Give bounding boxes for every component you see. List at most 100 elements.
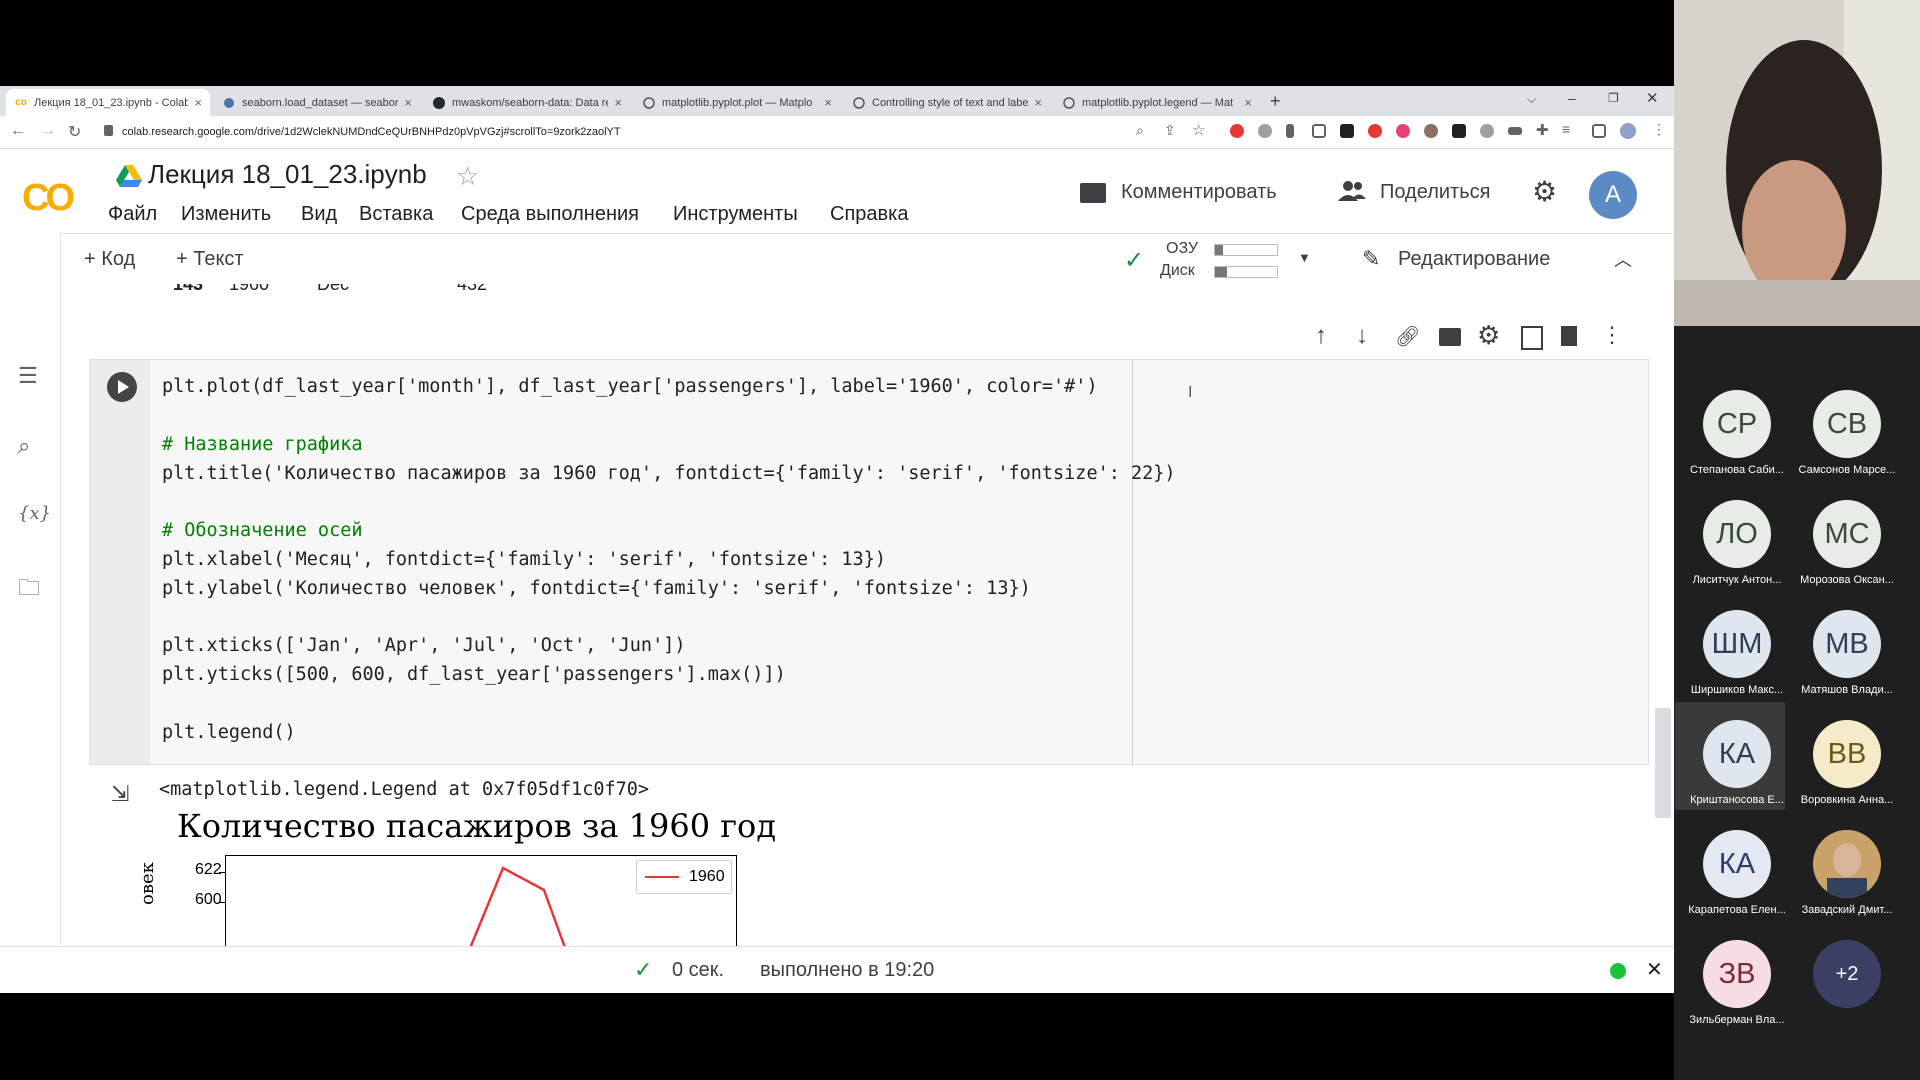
participant-tile[interactable]: ШМ Ширшиков Макс... — [1687, 610, 1787, 696]
extension-icon[interactable] — [1258, 124, 1272, 138]
side-panel-icon[interactable] — [1592, 124, 1606, 138]
cell-more-icon[interactable]: ⋮ — [1601, 322, 1623, 348]
text-cursor-icon: I — [1188, 384, 1193, 401]
execution-completed[interactable]: выполнено в 19:20 — [760, 959, 934, 982]
forward-icon[interactable]: → — [40, 122, 56, 140]
more-participants-button[interactable]: +2 — [1797, 940, 1897, 1008]
participant-tile[interactable]: СВ Самсонов Марсе... — [1797, 390, 1897, 476]
ytick-label: 600 — [195, 891, 222, 908]
zoom-icon[interactable]: ⌕ — [1136, 122, 1144, 139]
extension-icon[interactable] — [1286, 124, 1294, 138]
notebook-title[interactable]: Лекция 18_01_23.ipynb — [148, 159, 427, 190]
participant-avatar: КА — [1703, 830, 1771, 898]
tab-github[interactable]: mwaskom/seaborn-data: Data re × — [424, 89, 630, 116]
extension-icon[interactable] — [1312, 124, 1326, 138]
extension-icon[interactable] — [1368, 124, 1382, 138]
close-tab-icon[interactable]: × — [614, 95, 622, 110]
tab-matplotlib-legend[interactable]: matplotlib.pyplot.legend — Mat × — [1054, 89, 1260, 116]
menu-insert[interactable]: Вставка — [359, 203, 433, 226]
participant-tile[interactable]: КА Карапетова Елен... — [1687, 830, 1787, 916]
output-icon[interactable]: ⇲ — [111, 781, 129, 807]
reading-list-icon[interactable]: ≡ — [1562, 121, 1570, 137]
close-tab-icon[interactable]: × — [1244, 95, 1252, 110]
matplotlib-favicon-icon — [852, 96, 866, 110]
participant-tile[interactable]: КА Криштаносова Е... — [1687, 720, 1787, 806]
user-avatar[interactable]: A — [1589, 171, 1637, 219]
tab-label: matplotlib.pyplot.legend — Mat — [1082, 96, 1234, 109]
files-folder-icon[interactable]: 🗀 — [18, 571, 40, 609]
resources-dropdown-icon[interactable]: ▼ — [1298, 250, 1311, 265]
menu-edit[interactable]: Изменить — [181, 203, 271, 226]
participant-avatar: СР — [1703, 390, 1771, 458]
settings-gear-icon[interactable]: ⚙ — [1532, 175, 1557, 208]
participant-tile[interactable]: ЛО Лиситчук Антон... — [1687, 500, 1787, 586]
code-line: plt.xlabel('Месяц', fontdict={'family': … — [162, 549, 886, 570]
tab-matplotlib-plot[interactable]: matplotlib.pyplot.plot — Matplo × — [634, 89, 840, 116]
menu-tools[interactable]: Инструменты — [673, 203, 798, 226]
tab-matplotlib-text[interactable]: Controlling style of text and labe × — [844, 89, 1050, 116]
adblock-extension-icon[interactable] — [1230, 124, 1244, 138]
share-button[interactable]: Поделиться — [1380, 181, 1490, 204]
close-status-icon[interactable]: ✕ — [1646, 957, 1663, 982]
disk-usage-bar[interactable] — [1214, 266, 1278, 278]
run-cell-button[interactable] — [107, 372, 137, 402]
star-icon[interactable]: ☆ — [456, 161, 479, 192]
move-down-icon[interactable]: ↓ — [1356, 322, 1368, 350]
move-up-icon[interactable]: ↑ — [1315, 322, 1327, 350]
table-of-contents-icon[interactable]: ☰ — [18, 363, 38, 389]
new-tab-icon[interactable]: + — [1270, 91, 1281, 112]
menu-help[interactable]: Справка — [830, 203, 908, 226]
extension-icon[interactable] — [1480, 124, 1494, 138]
vertical-scrollbar[interactable] — [1655, 708, 1671, 818]
url-bar[interactable]: colab.research.google.com/drive/1d2Wclek… — [122, 120, 1674, 144]
profile-avatar-icon[interactable] — [1620, 123, 1636, 139]
restore-icon[interactable]: ❐ — [1608, 91, 1619, 105]
minimize-icon[interactable]: – — [1568, 90, 1576, 106]
menu-view[interactable]: Вид — [301, 203, 337, 226]
colab-logo[interactable]: CO — [22, 177, 75, 220]
speaker-video[interactable] — [1674, 0, 1920, 326]
mirror-cell-icon[interactable] — [1521, 326, 1543, 350]
delete-cell-icon[interactable] — [1561, 326, 1577, 346]
extensions-puzzle-icon[interactable]: ✚ — [1536, 121, 1549, 139]
participant-tile[interactable]: Завадский Дмит... — [1797, 830, 1897, 916]
comment-cell-icon[interactable] — [1439, 328, 1461, 346]
extension-icon[interactable] — [1508, 127, 1522, 135]
extension-icon[interactable] — [1424, 124, 1438, 138]
extension-icon[interactable] — [1340, 124, 1354, 138]
add-code-button[interactable]: + Код — [84, 248, 135, 271]
connection-status-icon[interactable] — [1610, 963, 1626, 979]
close-window-icon[interactable]: ✕ — [1646, 89, 1659, 107]
editing-mode-button[interactable]: Редактирование — [1398, 248, 1550, 271]
participant-tile[interactable]: МС Морозова Оксан... — [1797, 500, 1897, 586]
participant-tile[interactable]: МВ Матяшов Влади... — [1797, 610, 1897, 696]
share-page-icon[interactable]: ⇪ — [1164, 122, 1176, 139]
extension-icon[interactable] — [1452, 124, 1466, 138]
comment-button[interactable]: Комментировать — [1121, 181, 1277, 204]
code-cell[interactable]: plt.plot(df_last_year['month'], df_last_… — [89, 359, 1649, 765]
participant-tile[interactable]: СР Степанова Саби... — [1687, 390, 1787, 476]
participant-tile[interactable]: ВВ Воровкина Анна... — [1797, 720, 1897, 806]
participant-tile[interactable]: ЗВ Зильберман Вла... — [1687, 940, 1787, 1026]
ram-usage-bar[interactable] — [1214, 244, 1278, 256]
close-tab-icon[interactable]: × — [404, 95, 412, 110]
bookmark-star-icon[interactable]: ☆ — [1192, 121, 1205, 139]
menu-file[interactable]: Файл — [108, 203, 157, 226]
tab-search-icon[interactable]: ⌵ — [1527, 92, 1536, 107]
reload-icon[interactable]: ↻ — [68, 122, 81, 142]
close-tab-icon[interactable]: × — [1034, 95, 1042, 110]
close-tab-icon[interactable]: × — [194, 95, 202, 110]
collapse-header-icon[interactable]: ︿ — [1614, 246, 1632, 272]
menu-runtime[interactable]: Среда выполнения — [461, 203, 639, 226]
close-tab-icon[interactable]: × — [824, 95, 832, 110]
add-text-button[interactable]: + Текст — [176, 248, 244, 271]
tab-colab[interactable]: co Лекция 18_01_23.ipynb - Colab × — [6, 89, 210, 116]
cell-settings-icon[interactable]: ⚙ — [1477, 320, 1500, 351]
search-icon[interactable]: ⌕ — [18, 433, 30, 459]
back-icon[interactable]: ← — [10, 122, 26, 140]
extension-icon[interactable] — [1396, 124, 1410, 138]
link-icon[interactable]: 🔗︎ — [1395, 324, 1420, 349]
tab-seaborn[interactable]: seaborn.load_dataset — seaborn × — [214, 89, 420, 116]
variables-icon[interactable]: {x} — [18, 503, 51, 524]
browser-menu-icon[interactable]: ⋮ — [1652, 121, 1666, 138]
